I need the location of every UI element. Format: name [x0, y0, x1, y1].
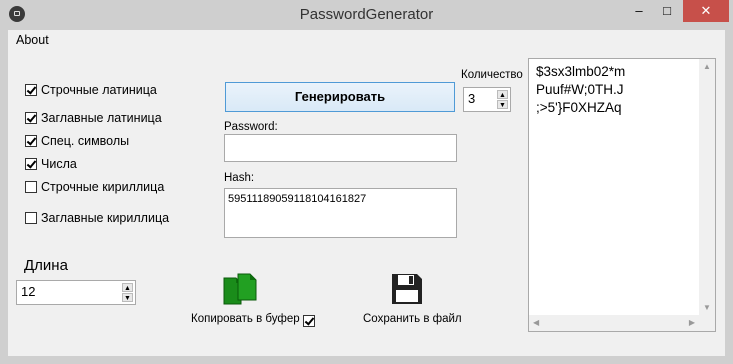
quantity-value: 3 [468, 91, 476, 106]
hash-label: Hash: [224, 172, 255, 184]
checkbox-label: Строчные латиница [41, 83, 157, 97]
spin-up-icon[interactable]: ▲ [497, 90, 508, 99]
checkbox-box[interactable] [303, 315, 315, 327]
spin-up-icon[interactable]: ▲ [122, 283, 133, 292]
scroll-down-icon[interactable]: ▼ [703, 303, 711, 312]
length-value: 12 [21, 284, 36, 299]
length-spin-buttons[interactable]: ▲ ▼ [122, 283, 133, 303]
checkbox-label: Числа [41, 157, 77, 171]
scroll-up-icon[interactable]: ▲ [703, 62, 711, 71]
hash-value: 5951118905911810416​1827 [228, 193, 367, 205]
quantity-stepper[interactable]: 3 ▲ ▼ [463, 87, 511, 112]
hash-field[interactable]: 5951118905911810416​1827 [224, 188, 457, 238]
generate-button[interactable]: Генерировать [225, 82, 455, 112]
vertical-scrollbar[interactable]: ▲ ▼ [699, 59, 715, 315]
checkbox-box[interactable] [25, 84, 37, 96]
checkbox-box[interactable] [25, 181, 37, 193]
password-label: Password: [224, 121, 278, 133]
scroll-right-icon[interactable]: ▶ [689, 318, 695, 327]
checkbox-label: Спец. символы [41, 134, 130, 148]
output-textarea[interactable]: $3sx3lmb02*m Puuf#W;0TH.J ;>5'}F0XHZAq ▲… [528, 58, 716, 332]
spin-down-icon[interactable]: ▼ [122, 293, 133, 302]
password-field[interactable] [224, 134, 457, 162]
window-title: PasswordGenerator [299, 6, 434, 23]
checkbox-box[interactable] [25, 135, 37, 147]
checkbox-label: Заглавные кириллица [41, 211, 170, 225]
output-line: Puuf#W;0TH.J [536, 82, 624, 97]
checkbox-special-symbols[interactable]: Спец. символы [25, 133, 129, 149]
checkbox-box[interactable] [25, 112, 37, 124]
output-line: $3sx3lmb02*m [536, 64, 626, 79]
copy-checkbox[interactable] [303, 313, 319, 329]
scrollbar-corner [699, 315, 715, 331]
copy-icon[interactable] [223, 272, 259, 308]
length-stepper[interactable]: 12 ▲ ▼ [16, 280, 136, 305]
scroll-left-icon[interactable]: ◀ [533, 318, 539, 327]
menu-bar: About [8, 30, 725, 51]
copy-label: Копировать в буфер [191, 313, 300, 325]
checkbox-label: Заглавные латиница [41, 111, 162, 125]
checkbox-box[interactable] [25, 158, 37, 170]
checkbox-uppercase-latin[interactable]: Заглавные латиница [25, 110, 162, 126]
horizontal-scrollbar[interactable]: ◀ ▶ [529, 315, 699, 331]
menu-about[interactable]: About [16, 33, 49, 47]
close-button[interactable]: ✕ [683, 0, 729, 22]
main-panel: Строчные латиница Заглавные латиница Спе… [8, 50, 725, 356]
checkbox-label: Строчные кириллица [41, 180, 165, 194]
quantity-label: Количество [461, 69, 523, 81]
checkbox-uppercase-cyrillic[interactable]: Заглавные кириллица [25, 210, 169, 226]
checkbox-lowercase-latin[interactable]: Строчные латиница [25, 82, 157, 98]
title-bar: PasswordGenerator – □ ✕ [0, 0, 733, 30]
maximize-button[interactable]: □ [653, 0, 681, 22]
checkbox-lowercase-cyrillic[interactable]: Строчные кириллица [25, 179, 164, 195]
length-label: Длина [24, 257, 68, 274]
output-line: ;>5'}F0XHZAq [536, 100, 622, 115]
save-label: Сохранить в файл [363, 313, 462, 325]
minimize-button[interactable]: – [625, 0, 653, 22]
save-icon[interactable] [390, 272, 424, 306]
checkbox-box[interactable] [25, 212, 37, 224]
quantity-spin-buttons[interactable]: ▲ ▼ [497, 90, 508, 110]
spin-down-icon[interactable]: ▼ [497, 100, 508, 109]
checkbox-numbers[interactable]: Числа [25, 156, 77, 172]
